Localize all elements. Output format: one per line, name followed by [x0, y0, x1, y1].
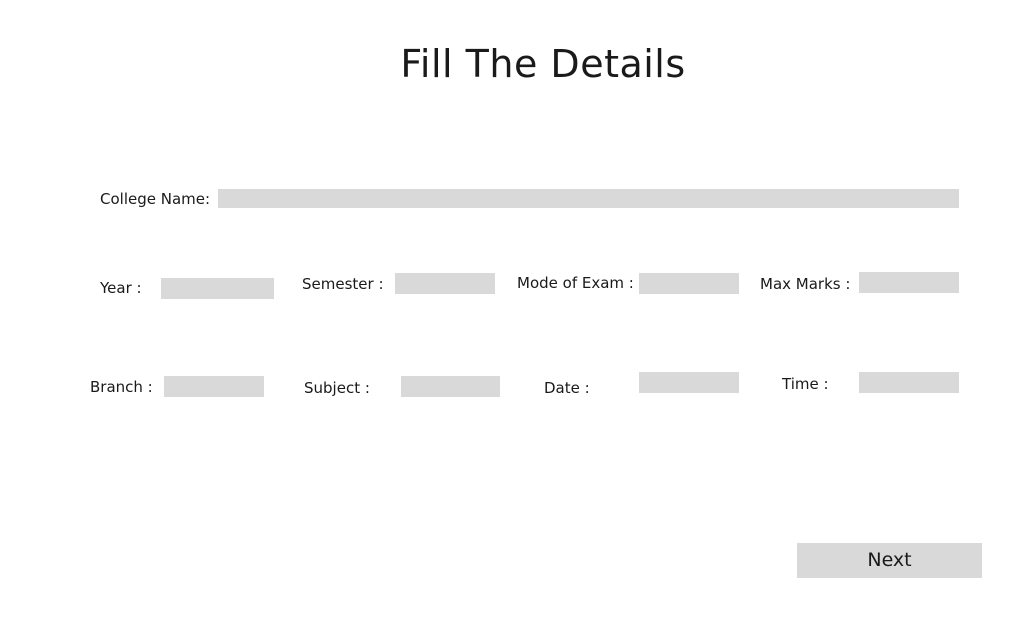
- mode-of-exam-input[interactable]: [639, 273, 739, 294]
- page-title: Fill The Details: [400, 42, 686, 86]
- date-label: Date :: [544, 379, 590, 397]
- college-name-input[interactable]: [218, 189, 959, 208]
- semester-input[interactable]: [395, 273, 495, 294]
- subject-input[interactable]: [401, 376, 500, 397]
- year-input[interactable]: [161, 278, 274, 299]
- mode-of-exam-label: Mode of Exam :: [517, 274, 634, 292]
- branch-label: Branch :: [90, 378, 153, 396]
- time-input[interactable]: [859, 372, 959, 393]
- subject-label: Subject :: [304, 379, 370, 397]
- semester-label: Semester :: [302, 275, 384, 293]
- date-input[interactable]: [639, 372, 739, 393]
- year-label: Year :: [100, 279, 142, 297]
- time-label: Time :: [782, 375, 829, 393]
- college-name-label: College Name:: [100, 190, 211, 208]
- max-marks-input[interactable]: [859, 272, 959, 293]
- next-button[interactable]: Next: [797, 543, 982, 578]
- max-marks-label: Max Marks :: [760, 275, 851, 293]
- branch-input[interactable]: [164, 376, 264, 397]
